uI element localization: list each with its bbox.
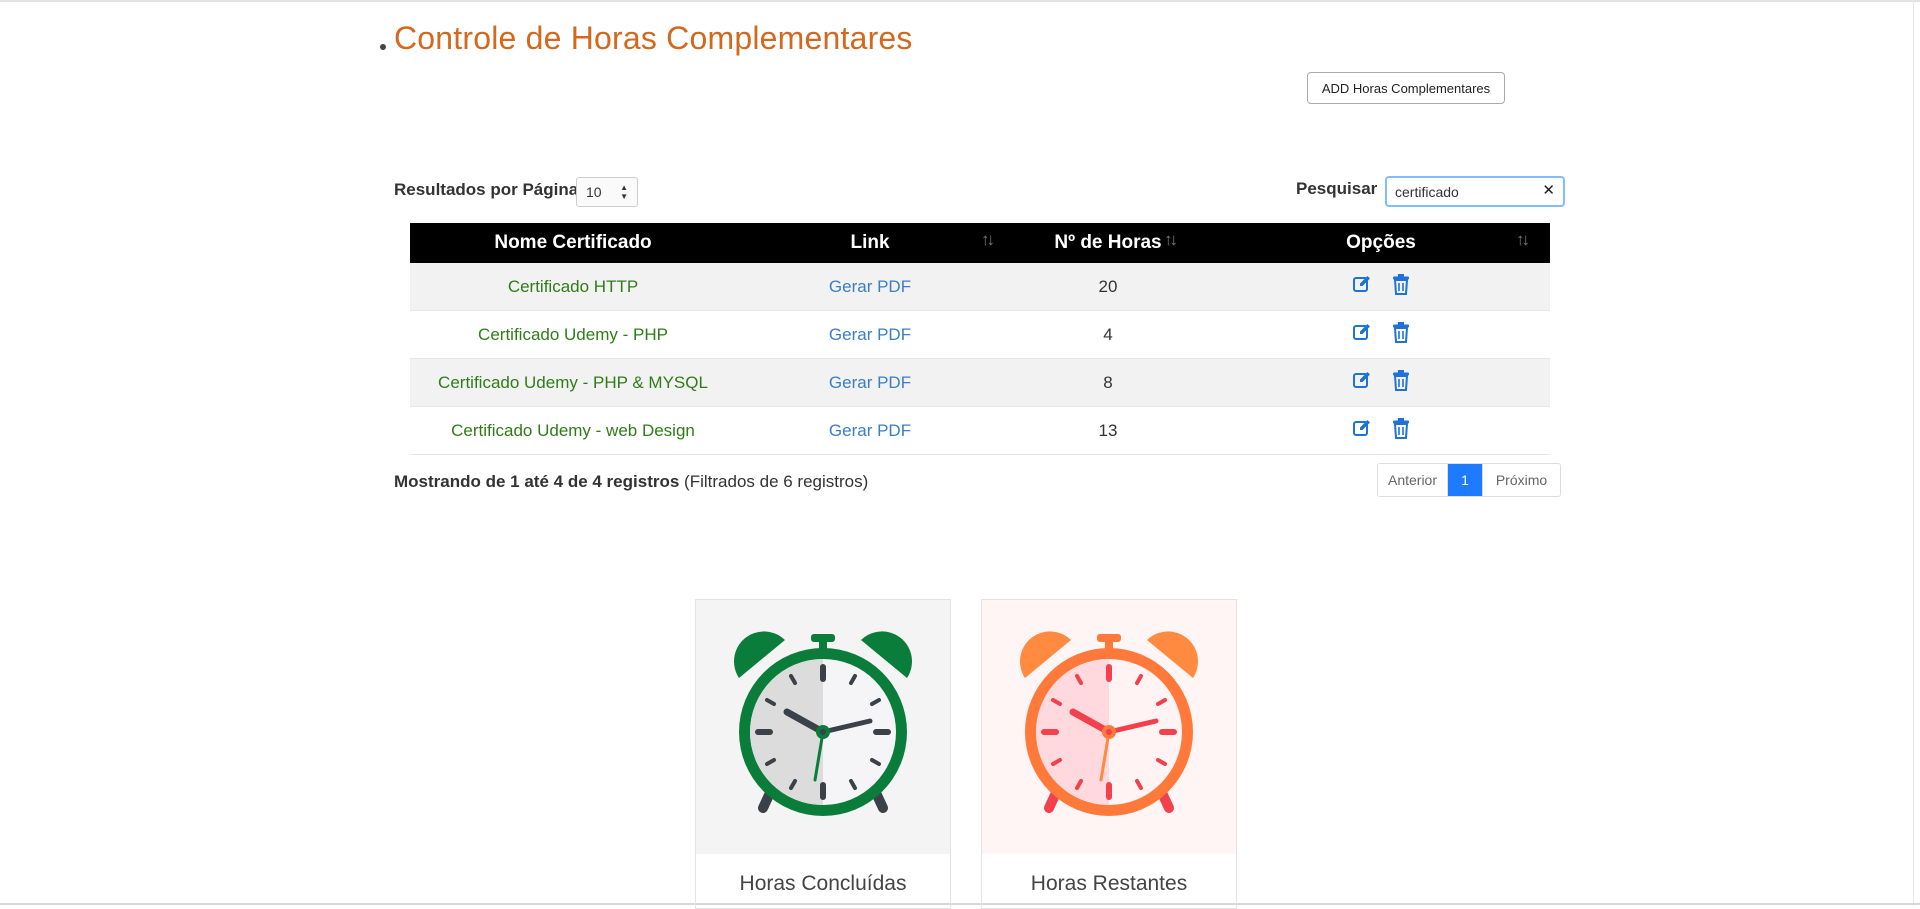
pagination: Anterior 1 Próximo bbox=[1377, 463, 1561, 497]
generate-pdf-link[interactable]: Gerar PDF bbox=[829, 421, 911, 440]
options-cell bbox=[1212, 406, 1550, 455]
alarm-clock-orange-icon bbox=[1020, 631, 1198, 816]
options-cell bbox=[1212, 263, 1550, 311]
generate-pdf-link[interactable]: Gerar PDF bbox=[829, 277, 911, 296]
table-info-main: Mostrando de 1 até 4 de 4 registros bbox=[394, 472, 680, 491]
column-header-options[interactable]: Opções ↑↓ bbox=[1212, 223, 1550, 263]
sort-icon: ↑↓ bbox=[981, 230, 995, 249]
table-row: Certificado Udemy - PHP Gerar PDF 4 bbox=[410, 310, 1550, 359]
clear-search-icon[interactable]: ✕ bbox=[1542, 181, 1555, 199]
hours-value: 20 bbox=[1004, 263, 1212, 311]
card-image-area bbox=[696, 600, 950, 854]
card-hours-remaining: Horas Restantes bbox=[981, 599, 1237, 909]
table-header-row: Nome Certificado ↑↓ Link ↑↓ Nº de Horas … bbox=[410, 223, 1550, 263]
table-row: Certificado HTTP Gerar PDF 20 bbox=[410, 263, 1550, 311]
hours-value: 8 bbox=[1004, 358, 1212, 407]
trash-icon[interactable] bbox=[1392, 273, 1410, 300]
column-header-name[interactable]: Nome Certificado ↑↓ bbox=[410, 223, 773, 263]
pagination-page-1[interactable]: 1 bbox=[1448, 464, 1482, 496]
results-per-page-select[interactable]: 10 ▲ ▼ bbox=[576, 177, 638, 207]
edit-icon[interactable] bbox=[1352, 274, 1372, 299]
column-header-link[interactable]: Link ↑↓ bbox=[736, 223, 1004, 263]
hours-value: 4 bbox=[1004, 310, 1212, 359]
table-info-filtered: (Filtrados de 6 registros) bbox=[684, 472, 869, 491]
page-title: Controle de Horas Complementares bbox=[394, 20, 913, 56]
certificate-name: Certificado Udemy - PHP & MYSQL bbox=[410, 358, 736, 407]
column-header-options-label: Opções bbox=[1346, 232, 1416, 253]
options-cell bbox=[1212, 310, 1550, 359]
edit-icon[interactable] bbox=[1352, 322, 1372, 347]
add-hours-button[interactable]: ADD Horas Complementares bbox=[1307, 72, 1505, 104]
results-per-page-label: Resultados por Página bbox=[394, 180, 579, 199]
generate-pdf-link[interactable]: Gerar PDF bbox=[829, 373, 911, 392]
table-row: Certificado Udemy - PHP & MYSQL Gerar PDF… bbox=[410, 358, 1550, 407]
link-cell: Gerar PDF bbox=[736, 358, 1004, 407]
search-box: ✕ bbox=[1385, 176, 1565, 207]
column-header-link-label: Link bbox=[850, 232, 890, 253]
column-header-hours-label: Nº de Horas bbox=[1054, 232, 1162, 253]
bottom-border bbox=[0, 903, 1920, 905]
trash-icon[interactable] bbox=[1392, 417, 1410, 444]
link-cell: Gerar PDF bbox=[736, 406, 1004, 455]
certificate-name: Certificado HTTP bbox=[410, 263, 736, 311]
top-border bbox=[0, 0, 1920, 2]
scrollbar-edge bbox=[1913, 0, 1914, 906]
trash-icon[interactable] bbox=[1392, 369, 1410, 396]
edit-icon[interactable] bbox=[1352, 370, 1372, 395]
card-label: Horas Concluídas bbox=[739, 872, 907, 895]
hours-value: 13 bbox=[1004, 406, 1212, 455]
trash-icon[interactable] bbox=[1392, 321, 1410, 348]
card-label: Horas Restantes bbox=[1030, 872, 1188, 895]
card-image-area bbox=[982, 600, 1236, 854]
column-header-name-label: Nome Certificado bbox=[494, 232, 652, 253]
select-arrows-icon: ▲ ▼ bbox=[620, 183, 628, 201]
search-input[interactable] bbox=[1395, 182, 1535, 202]
edit-icon[interactable] bbox=[1352, 418, 1372, 443]
options-cell bbox=[1212, 358, 1550, 407]
alarm-clock-green-icon bbox=[734, 631, 912, 816]
table-info: Mostrando de 1 até 4 de 4 registros (Fil… bbox=[394, 472, 868, 492]
card-hours-completed: Horas Concluídas bbox=[695, 599, 951, 909]
pagination-previous[interactable]: Anterior bbox=[1378, 464, 1448, 496]
link-cell: Gerar PDF bbox=[736, 310, 1004, 359]
certificates-table: Nome Certificado ↑↓ Link ↑↓ Nº de Horas … bbox=[410, 223, 1550, 455]
column-header-hours[interactable]: Nº de Horas ↑↓ bbox=[1004, 223, 1212, 263]
link-cell: Gerar PDF bbox=[736, 263, 1004, 311]
generate-pdf-link[interactable]: Gerar PDF bbox=[829, 325, 911, 344]
title-bullet bbox=[380, 44, 386, 50]
table-row: Certificado Udemy - web Design Gerar PDF 1… bbox=[410, 406, 1550, 455]
sort-icon: ↑↓ bbox=[1516, 230, 1530, 249]
pagination-next[interactable]: Próximo bbox=[1482, 464, 1560, 496]
results-per-page-value: 10 bbox=[586, 184, 602, 200]
certificate-name: Certificado Udemy - PHP bbox=[410, 310, 736, 359]
sort-icon: ↑↓ bbox=[1164, 230, 1178, 249]
certificate-name: Certificado Udemy - web Design bbox=[410, 406, 736, 455]
search-label: Pesquisar bbox=[1296, 179, 1378, 198]
